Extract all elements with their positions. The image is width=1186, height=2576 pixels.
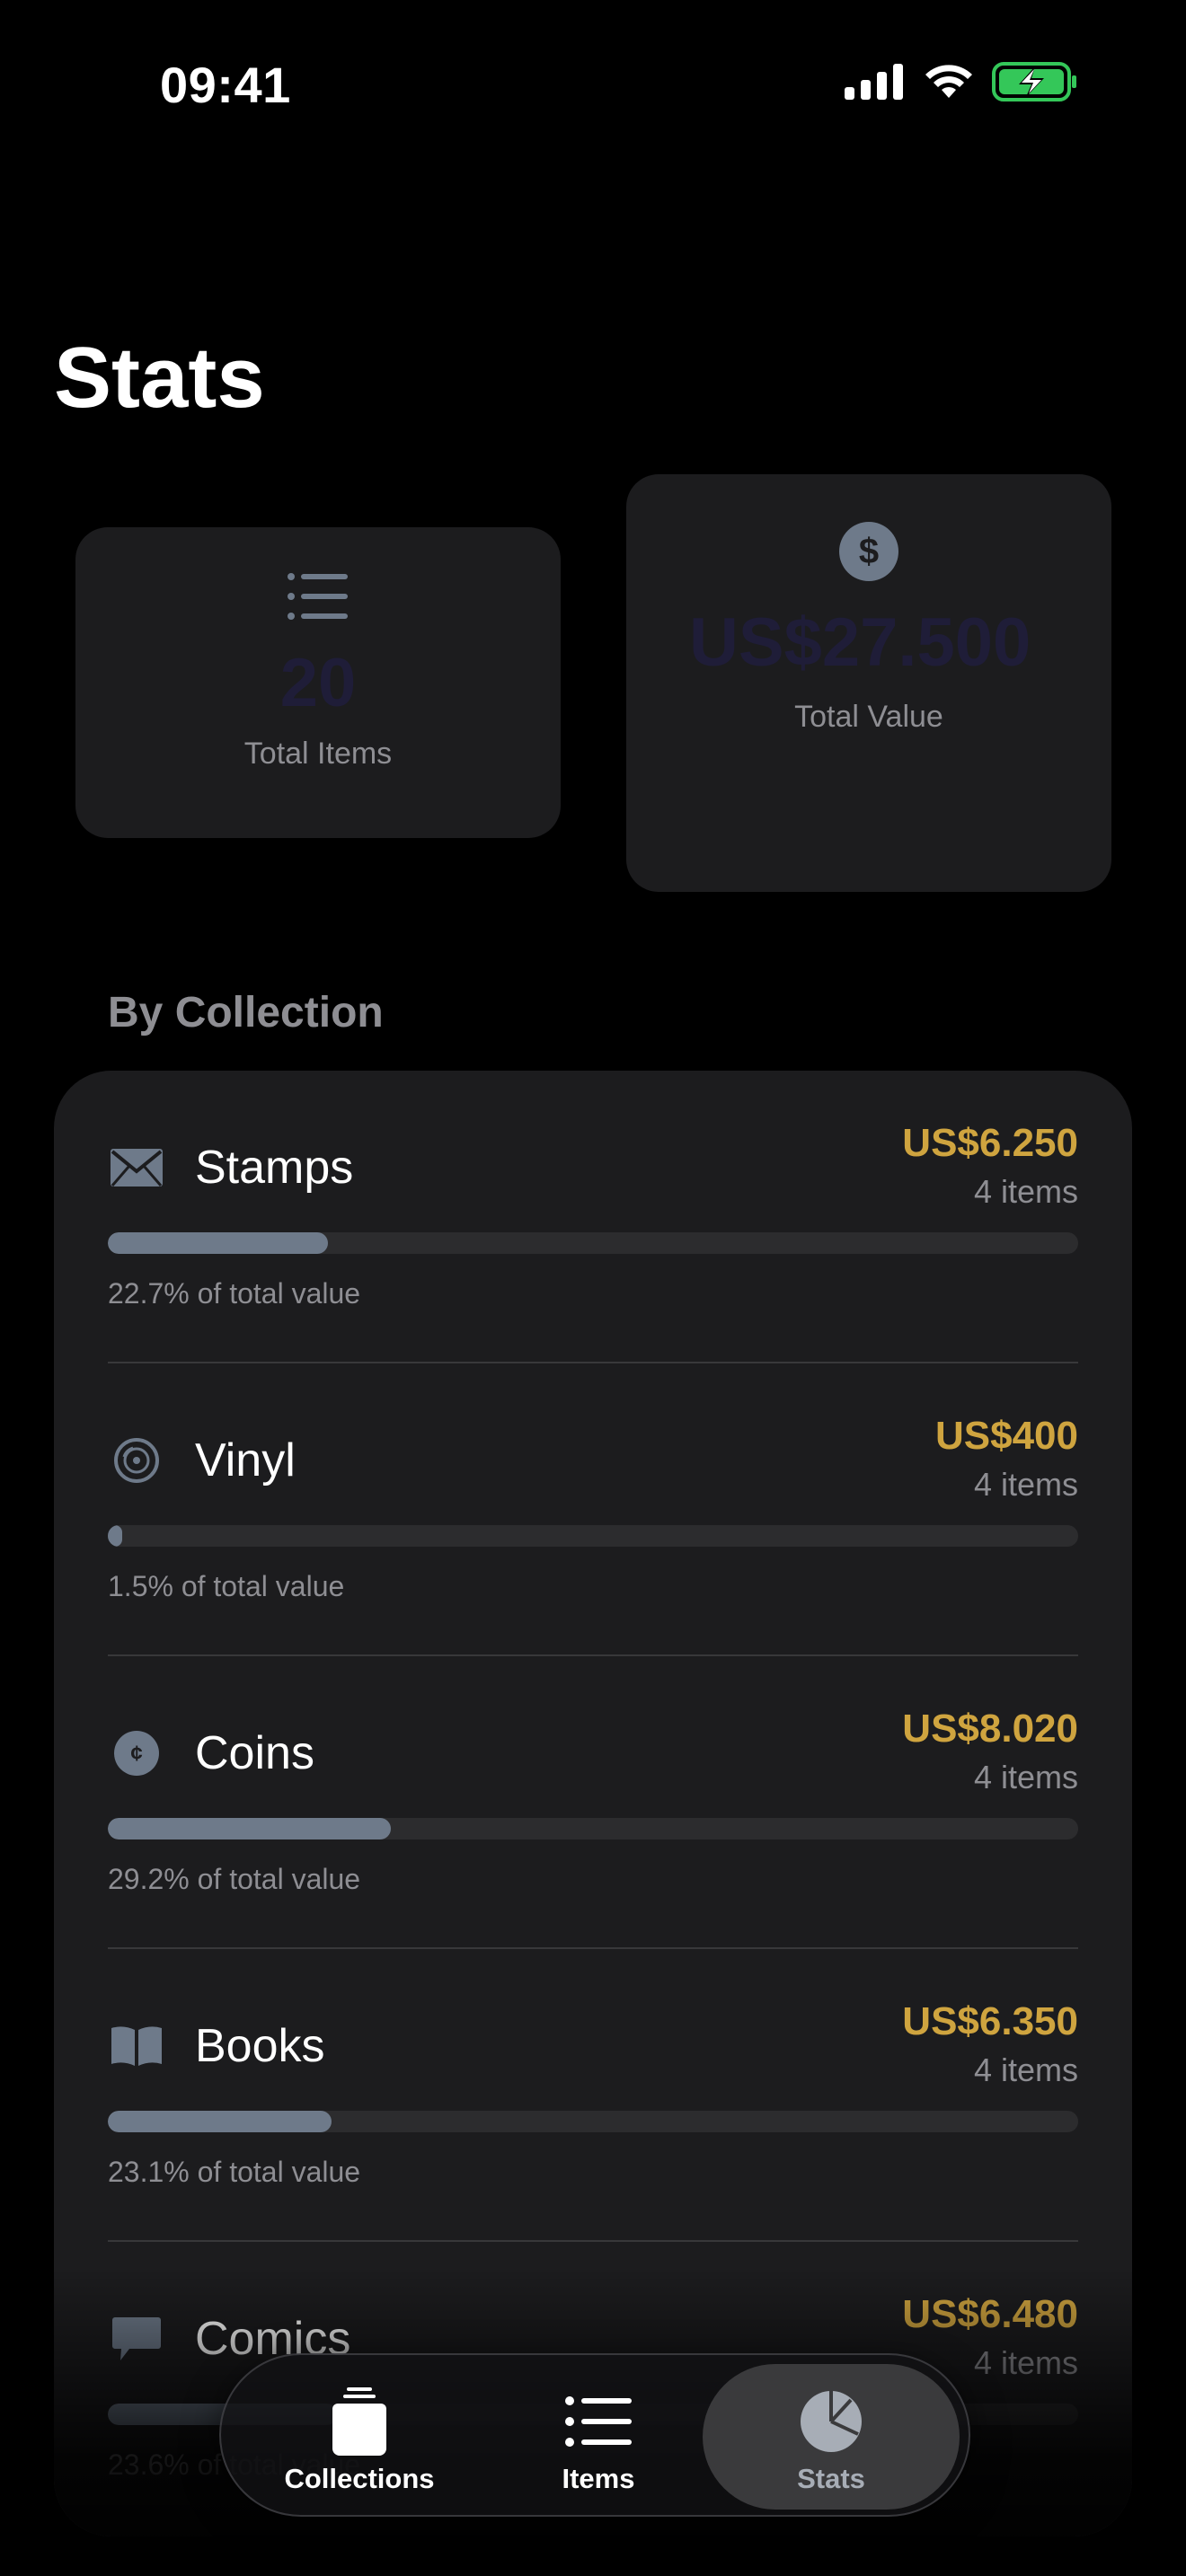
pie-chart-icon: [799, 2387, 863, 2456]
total-value-card: $ US$27.500 Total Value: [626, 474, 1111, 892]
collection-count: 4 items: [973, 1466, 1078, 1503]
collection-row-vinyl[interactable]: Vinyl US$400 4 items 1.5% of total value: [108, 1363, 1078, 1656]
collection-name: Coins: [195, 1727, 314, 1779]
share-bar-fill: [108, 1818, 392, 1839]
svg-text:$: $: [859, 532, 879, 571]
stats-screen: 09:41 Stats 20 Total Items $ US$27.500 T…: [0, 0, 1186, 2576]
wifi-icon: [925, 65, 972, 98]
total-value-label: Total Value: [794, 700, 943, 734]
total-items-label: Total Items: [243, 737, 393, 771]
collection-value: US$8.020: [902, 1707, 1078, 1751]
share-bar: [108, 1525, 1078, 1547]
tab-label: Collections: [284, 2463, 435, 2494]
status-time: 09:41: [160, 57, 291, 113]
share-bar: [108, 2111, 1078, 2132]
page-title: Stats: [54, 330, 265, 426]
share-bar-fill: [108, 1232, 329, 1254]
speech-bubble-icon: [108, 2310, 165, 2368]
collection-name: Stamps: [195, 1142, 354, 1194]
collection-count: 4 items: [973, 2051, 1078, 2088]
envelope-icon: [108, 1139, 165, 1196]
book-icon: [108, 2017, 165, 2075]
share-bar-fill: [108, 1525, 123, 1547]
collection-name: Books: [195, 2020, 325, 2072]
tab-stats[interactable]: Stats: [703, 2364, 960, 2510]
collection-count: 4 items: [973, 2344, 1078, 2381]
collection-percent: 29.2% of total value: [108, 1863, 361, 1895]
dollar-circle-icon: $: [838, 521, 899, 587]
collections-list: Stamps US$6.250 4 items 22.7% of total v…: [54, 1071, 1132, 2536]
collection-value: US$6.480: [902, 2292, 1078, 2336]
collection-value: US$6.350: [902, 1999, 1078, 2043]
total-value-value: US$27.500: [689, 604, 1031, 681]
list-icon: [287, 572, 350, 625]
tab-collections[interactable]: Collections: [248, 2364, 471, 2510]
status-icons: [845, 61, 1078, 102]
share-bar: [108, 1232, 1078, 1254]
collection-value: US$400: [934, 1414, 1078, 1458]
svg-text:¢: ¢: [130, 1742, 142, 1766]
section-header: By Collection: [108, 989, 384, 1037]
collection-percent: 1.5% of total value: [108, 1570, 345, 1602]
collection-name: Vinyl: [195, 1434, 296, 1486]
total-items-value: 20: [279, 645, 357, 721]
total-items-card: 20 Total Items: [75, 527, 561, 838]
list-icon: [565, 2387, 632, 2456]
tab-bar: Collections Items Stats: [219, 2353, 970, 2517]
battery-charging-icon: [992, 62, 1076, 101]
collection-count: 4 items: [973, 1759, 1078, 1795]
collection-row-books[interactable]: Books US$6.350 4 items 23.1% of total va…: [108, 1949, 1078, 2242]
collection-row-coins[interactable]: ¢ Coins US$8.020 4 items 29.2% of total …: [108, 1656, 1078, 1949]
cellular-signal-icon: [845, 64, 903, 100]
tab-label: Items: [562, 2463, 635, 2494]
tab-label: Stats: [797, 2463, 865, 2494]
record-icon: [108, 1432, 165, 1489]
collection-count: 4 items: [973, 1173, 1078, 1210]
collection-row-stamps[interactable]: Stamps US$6.250 4 items 22.7% of total v…: [108, 1071, 1078, 1363]
share-bar: [108, 1818, 1078, 1839]
coin-icon: ¢: [108, 1725, 165, 1782]
collection-value: US$6.250: [902, 1121, 1078, 1165]
tab-items[interactable]: Items: [491, 2364, 706, 2510]
collection-percent: 23.1% of total value: [108, 2156, 361, 2188]
share-bar-fill: [108, 2111, 332, 2132]
jar-icon: [331, 2387, 388, 2456]
collection-percent: 22.7% of total value: [108, 1277, 361, 1310]
